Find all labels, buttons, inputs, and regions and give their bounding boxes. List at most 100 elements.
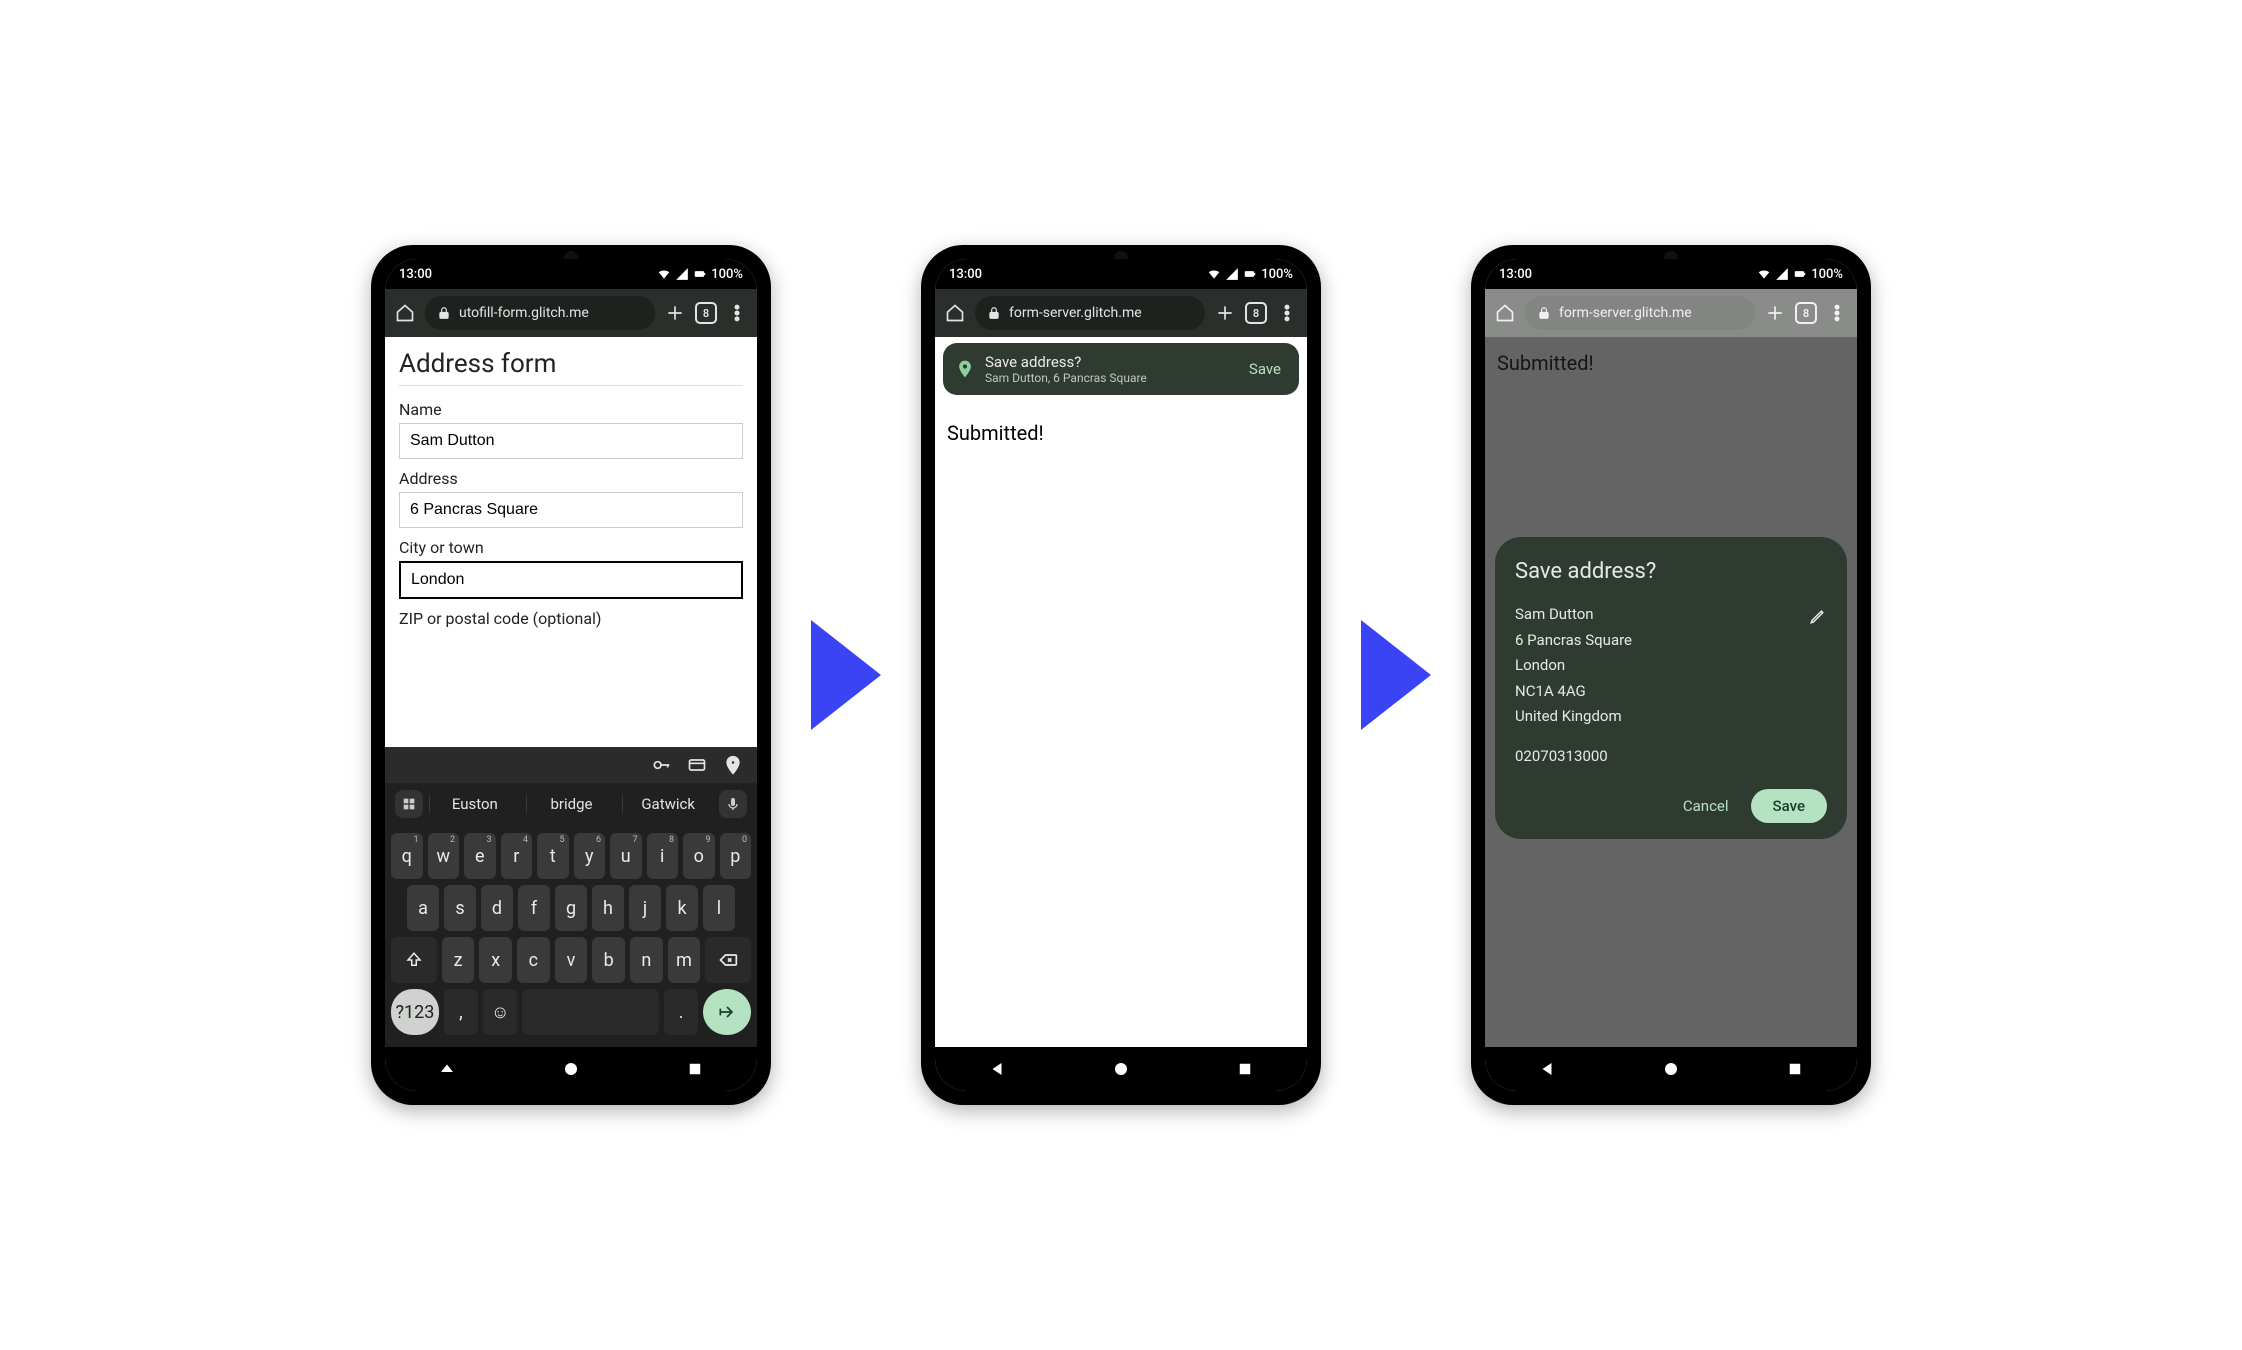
keyboard-suggestions: Euston bridge Gatwick xyxy=(385,783,757,825)
tab-switcher: 8 xyxy=(1795,302,1817,324)
input-name[interactable] xyxy=(399,423,743,459)
sheet-title: Save address? xyxy=(1515,559,1827,584)
key-f[interactable]: f xyxy=(518,885,550,931)
key-c[interactable]: c xyxy=(517,937,550,983)
key-p[interactable]: p0 xyxy=(720,833,752,879)
omnibox[interactable]: utofill-form.glitch.me xyxy=(425,296,655,330)
clipboard-icon[interactable] xyxy=(395,790,423,818)
status-bar: 13:00 100% xyxy=(935,259,1307,289)
status-battery: 100% xyxy=(1811,267,1843,282)
nav-recent-icon[interactable] xyxy=(1236,1060,1254,1078)
omnibox[interactable]: form-server.glitch.me xyxy=(975,296,1205,330)
key-h[interactable]: h xyxy=(592,885,624,931)
key-t[interactable]: t5 xyxy=(537,833,569,879)
new-tab-icon[interactable] xyxy=(1215,303,1235,323)
navigation-bar xyxy=(385,1047,757,1091)
key-b[interactable]: b xyxy=(592,937,625,983)
edit-icon[interactable] xyxy=(1809,607,1827,625)
payment-card-icon[interactable] xyxy=(687,755,707,775)
nav-home-icon[interactable] xyxy=(1112,1060,1130,1078)
phone-frame-2: 13:00 100% form-server.glitch.me 8 S xyxy=(921,245,1321,1105)
nav-home-icon[interactable] xyxy=(562,1060,580,1078)
save-address-toast: Save address? Sam Dutton, 6 Pancras Squa… xyxy=(943,343,1299,395)
url-text: utofill-form.glitch.me xyxy=(459,305,589,321)
label-city: City or town xyxy=(399,538,743,557)
key-r[interactable]: r4 xyxy=(501,833,533,879)
lock-icon xyxy=(437,306,451,320)
home-icon[interactable] xyxy=(395,303,415,323)
cancel-button[interactable]: Cancel xyxy=(1671,789,1741,823)
keyboard-toolbar xyxy=(385,747,757,783)
key-l[interactable]: l xyxy=(703,885,735,931)
backspace-key[interactable] xyxy=(705,937,751,983)
signal-icon xyxy=(1775,267,1789,281)
nav-home-icon[interactable] xyxy=(1662,1060,1680,1078)
home-icon[interactable] xyxy=(945,303,965,323)
status-battery: 100% xyxy=(1261,267,1293,282)
label-address: Address xyxy=(399,469,743,488)
suggestion-2[interactable]: bridge xyxy=(526,795,617,813)
wifi-icon xyxy=(1757,267,1771,281)
key-g[interactable]: g xyxy=(555,885,587,931)
input-address[interactable] xyxy=(399,492,743,528)
save-address-sheet: Save address? Sam Dutton 6 Pancras Squar… xyxy=(1495,537,1847,839)
key-v[interactable]: v xyxy=(555,937,588,983)
key-s[interactable]: s xyxy=(444,885,476,931)
address-postcode: NC1A 4AG xyxy=(1515,679,1827,705)
browser-toolbar: form-server.glitch.me 8 xyxy=(935,289,1307,337)
new-tab-icon[interactable] xyxy=(665,303,685,323)
navigation-bar xyxy=(935,1047,1307,1091)
mic-icon[interactable] xyxy=(719,790,747,818)
tab-switcher[interactable]: 8 xyxy=(1245,302,1267,324)
nav-back-icon[interactable] xyxy=(438,1060,456,1078)
tab-switcher[interactable]: 8 xyxy=(695,302,717,324)
suggestion-1[interactable]: Euston xyxy=(429,795,520,813)
key-j[interactable]: j xyxy=(629,885,661,931)
key-o[interactable]: o9 xyxy=(683,833,715,879)
numeric-key[interactable]: ?123 xyxy=(391,989,439,1035)
status-time: 13:00 xyxy=(949,267,982,282)
address-street: 6 Pancras Square xyxy=(1515,628,1827,654)
key-x[interactable]: x xyxy=(479,937,512,983)
key-a[interactable]: a xyxy=(407,885,439,931)
emoji-key[interactable]: ☺ xyxy=(483,989,517,1035)
location-pin-icon xyxy=(955,359,975,379)
enter-key[interactable] xyxy=(703,989,751,1035)
key-u[interactable]: u7 xyxy=(610,833,642,879)
overflow-menu-icon[interactable] xyxy=(727,303,747,323)
location-pin-icon[interactable] xyxy=(723,755,743,775)
toast-save-button[interactable]: Save xyxy=(1243,356,1287,382)
nav-back-icon[interactable] xyxy=(1538,1060,1556,1078)
key-m[interactable]: m xyxy=(668,937,701,983)
overflow-menu-icon[interactable] xyxy=(1277,303,1297,323)
comma-key[interactable]: , xyxy=(444,989,478,1035)
wifi-icon xyxy=(657,267,671,281)
key-k[interactable]: k xyxy=(666,885,698,931)
save-button[interactable]: Save xyxy=(1751,789,1827,823)
url-text: form-server.glitch.me xyxy=(1559,305,1692,321)
key-z[interactable]: z xyxy=(442,937,475,983)
new-tab-icon xyxy=(1765,303,1785,323)
period-key[interactable]: . xyxy=(664,989,698,1035)
key-w[interactable]: w2 xyxy=(428,833,460,879)
label-name: Name xyxy=(399,400,743,419)
nav-recent-icon[interactable] xyxy=(686,1060,704,1078)
shift-key[interactable] xyxy=(391,937,437,983)
nav-recent-icon[interactable] xyxy=(1786,1060,1804,1078)
key-n[interactable]: n xyxy=(630,937,663,983)
key-y[interactable]: y6 xyxy=(574,833,606,879)
input-city[interactable] xyxy=(399,561,743,599)
key-e[interactable]: e3 xyxy=(464,833,496,879)
submitted-heading: Submitted! xyxy=(935,407,1307,459)
key-row-3: zxcvbnm xyxy=(391,937,751,983)
page-title: Address form xyxy=(399,349,743,386)
url-text: form-server.glitch.me xyxy=(1009,305,1142,321)
key-q[interactable]: q1 xyxy=(391,833,423,879)
key-i[interactable]: i8 xyxy=(647,833,679,879)
suggestion-3[interactable]: Gatwick xyxy=(622,795,713,813)
key-d[interactable]: d xyxy=(481,885,513,931)
battery-icon xyxy=(693,267,707,281)
nav-back-icon[interactable] xyxy=(988,1060,1006,1078)
space-key[interactable] xyxy=(522,989,659,1035)
password-key-icon[interactable] xyxy=(651,755,671,775)
